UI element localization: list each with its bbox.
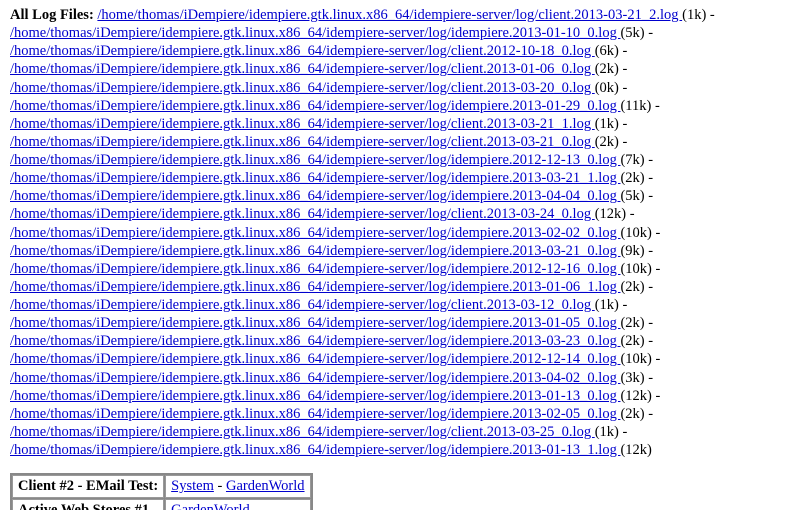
list-separator: - <box>645 152 653 168</box>
list-separator: - <box>645 170 653 186</box>
list-separator: - <box>619 43 627 59</box>
log-file-size: (0k) <box>595 80 619 96</box>
list-separator: - <box>626 206 634 222</box>
log-file-link[interactable]: /home/thomas/iDempiere/idempiere.gtk.lin… <box>10 188 620 204</box>
web-stores-label: Active Web Stores #1 <box>12 499 164 510</box>
link-separator: - <box>214 478 226 494</box>
log-file-size: (10k) <box>620 261 651 277</box>
system-link[interactable]: System <box>171 478 214 494</box>
list-separator: - <box>619 61 627 77</box>
log-file-size: (1k) <box>682 7 706 23</box>
log-file-size: (2k) <box>620 170 644 186</box>
log-file-link[interactable]: /home/thomas/iDempiere/idempiere.gtk.lin… <box>10 25 620 41</box>
log-files-label: All Log Files: <box>10 7 97 23</box>
log-file-link[interactable]: /home/thomas/iDempiere/idempiere.gtk.lin… <box>10 442 620 458</box>
list-separator: - <box>645 188 653 204</box>
log-file-link[interactable]: /home/thomas/iDempiere/idempiere.gtk.lin… <box>10 170 620 186</box>
gardenworld-store-link[interactable]: GardenWorld <box>171 502 250 510</box>
log-file-link[interactable]: /home/thomas/iDempiere/idempiere.gtk.lin… <box>10 152 620 168</box>
log-file-link[interactable]: /home/thomas/iDempiere/idempiere.gtk.lin… <box>10 43 595 59</box>
log-file-size: (12k) <box>620 388 651 404</box>
list-separator: - <box>652 388 660 404</box>
table-row: Client #2 - EMail Test: System - GardenW… <box>12 475 311 498</box>
log-file-size: (6k) <box>595 43 619 59</box>
log-file-size: (10k) <box>620 225 651 241</box>
log-file-link[interactable]: /home/thomas/iDempiere/idempiere.gtk.lin… <box>10 243 620 259</box>
page-root: All Log Files: /home/thomas/iDempiere/id… <box>0 0 800 510</box>
list-separator: - <box>645 406 653 422</box>
log-file-size: (9k) <box>620 243 644 259</box>
log-file-link[interactable]: /home/thomas/iDempiere/idempiere.gtk.lin… <box>10 333 620 349</box>
log-file-link[interactable]: /home/thomas/iDempiere/idempiere.gtk.lin… <box>10 279 620 295</box>
list-separator: - <box>619 134 627 150</box>
log-file-size: (2k) <box>595 134 619 150</box>
log-file-size: (2k) <box>620 333 644 349</box>
list-separator: - <box>651 98 659 114</box>
log-file-link[interactable]: /home/thomas/iDempiere/idempiere.gtk.lin… <box>10 261 620 277</box>
log-file-link[interactable]: /home/thomas/iDempiere/idempiere.gtk.lin… <box>10 61 595 77</box>
log-file-link[interactable]: /home/thomas/iDempiere/idempiere.gtk.lin… <box>10 297 595 313</box>
list-separator: - <box>619 80 627 96</box>
table-row: Active Web Stores #1 GardenWorld <box>12 499 311 510</box>
log-file-link[interactable]: /home/thomas/iDempiere/idempiere.gtk.lin… <box>10 98 620 114</box>
gardenworld-link[interactable]: GardenWorld <box>226 478 305 494</box>
list-separator: - <box>645 25 653 41</box>
log-file-link[interactable]: /home/thomas/iDempiere/idempiere.gtk.lin… <box>10 134 595 150</box>
log-file-link[interactable]: /home/thomas/iDempiere/idempiere.gtk.lin… <box>10 370 620 386</box>
list-separator: - <box>645 315 653 331</box>
log-file-link[interactable]: /home/thomas/iDempiere/idempiere.gtk.lin… <box>10 388 620 404</box>
log-file-link[interactable]: /home/thomas/iDempiere/idempiere.gtk.lin… <box>10 116 595 132</box>
list-separator: - <box>706 7 714 23</box>
log-file-link[interactable]: /home/thomas/iDempiere/idempiere.gtk.lin… <box>97 7 682 23</box>
log-file-link[interactable]: /home/thomas/iDempiere/idempiere.gtk.lin… <box>10 424 595 440</box>
log-file-link[interactable]: /home/thomas/iDempiere/idempiere.gtk.lin… <box>10 206 595 222</box>
log-file-size: (1k) <box>595 116 619 132</box>
list-separator: - <box>619 424 627 440</box>
log-file-link[interactable]: /home/thomas/iDempiere/idempiere.gtk.lin… <box>10 315 620 331</box>
log-file-size: (5k) <box>620 25 644 41</box>
log-file-size: (5k) <box>620 188 644 204</box>
log-file-size: (12k) <box>595 206 626 222</box>
log-file-size: (2k) <box>620 315 644 331</box>
log-file-link[interactable]: /home/thomas/iDempiere/idempiere.gtk.lin… <box>10 406 620 422</box>
log-file-size: (2k) <box>620 279 644 295</box>
log-file-link[interactable]: /home/thomas/iDempiere/idempiere.gtk.lin… <box>10 80 595 96</box>
log-file-link[interactable]: /home/thomas/iDempiere/idempiere.gtk.lin… <box>10 225 620 241</box>
log-file-link[interactable]: /home/thomas/iDempiere/idempiere.gtk.lin… <box>10 351 620 367</box>
email-test-cell: System - GardenWorld <box>165 475 310 498</box>
web-stores-cell: GardenWorld <box>165 499 310 510</box>
list-separator: - <box>645 279 653 295</box>
log-file-size: (12k) <box>620 442 651 458</box>
log-file-size: (1k) <box>595 297 619 313</box>
log-file-size: (2k) <box>620 406 644 422</box>
log-file-size: (7k) <box>620 152 644 168</box>
log-file-size: (3k) <box>620 370 644 386</box>
list-separator: - <box>645 333 653 349</box>
list-separator: - <box>645 370 653 386</box>
list-separator: - <box>619 297 627 313</box>
list-separator: - <box>652 261 660 277</box>
list-separator: - <box>645 243 653 259</box>
log-file-size: (10k) <box>620 351 651 367</box>
info-table: Client #2 - EMail Test: System - GardenW… <box>10 473 313 510</box>
list-separator: - <box>619 116 627 132</box>
log-file-list: All Log Files: /home/thomas/iDempiere/id… <box>10 6 790 459</box>
log-file-size: (11k) <box>620 98 651 114</box>
log-file-size: (1k) <box>595 424 619 440</box>
log-file-size: (2k) <box>595 61 619 77</box>
list-separator: - <box>652 225 660 241</box>
email-test-label: Client #2 - EMail Test: <box>12 475 164 498</box>
list-separator: - <box>652 351 660 367</box>
